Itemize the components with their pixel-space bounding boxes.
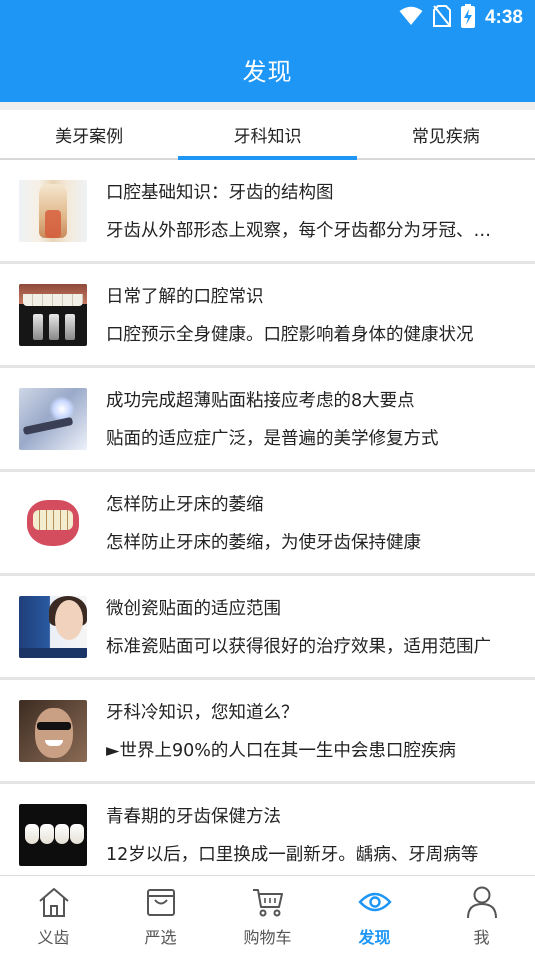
article-thumbnail [19,491,87,554]
nav-label: 购物车 [243,927,292,947]
wifi-icon [399,6,423,30]
article-summary: 标准瓷贴面可以获得很好的治疗效果，适用范围广 [106,637,491,657]
article-thumbnail [19,803,87,866]
cart-icon [250,884,286,920]
article-list: 口腔基础知识：牙齿的结构图 牙齿从外部形态上观察，每个牙齿都分为牙冠、牙根和牙颈… [0,160,535,888]
tab-beauty-cases[interactable]: 美牙案例 [0,110,178,158]
home-icon [36,884,72,920]
no-sim-icon [432,5,451,31]
article-summary: 贴面的适应症广泛，是普遍的美学修复方式 [106,429,439,449]
divider [0,102,535,110]
status-icons: 4:38 [399,4,523,32]
nav-selected[interactable]: 严选 [107,876,214,955]
article-summary: 牙齿从外部形态上观察，每个牙齿都分为牙冠、牙根和牙颈三部分 [106,221,507,241]
battery-charging-icon [460,4,475,32]
article-thumbnail [19,387,87,450]
article-summary: 12岁以后，口里换成一副新牙。龋病、牙周病等 [106,845,479,865]
shopping-bag-icon [143,884,179,920]
list-item[interactable]: 成功完成超薄贴面粘接应考虑的8大要点 贴面的适应症广泛，是普遍的美学修复方式 [0,368,535,472]
article-summary: 口腔预示全身健康。口腔影响着身体的健康状况 [106,325,474,345]
list-item[interactable]: 牙科冷知识，您知道么？ ►世界上90%的人口在其一生中会患口腔疾病 [0,680,535,784]
tab-dental-knowledge[interactable]: 牙科知识 [178,110,357,160]
article-summary: ►世界上90%的人口在其一生中会患口腔疾病 [106,741,456,761]
nav-discover[interactable]: 发现 [321,876,428,955]
tab-label: 常见疾病 [411,126,480,147]
list-item[interactable]: 怎样防止牙床的萎缩 怎样防止牙床的萎缩，为使牙齿保持健康 [0,472,535,576]
list-item[interactable]: 口腔基础知识：牙齿的结构图 牙齿从外部形态上观察，每个牙齿都分为牙冠、牙根和牙颈… [0,160,535,264]
article-title: 微创瓷贴面的适应范围 [106,599,281,619]
article-title: 日常了解的口腔常识 [106,287,264,307]
user-icon [464,884,500,920]
status-time: 4:38 [484,7,523,28]
nav-denture[interactable]: 义齿 [0,876,107,955]
article-thumbnail [19,179,87,242]
article-thumbnail [19,699,87,762]
article-thumbnail [19,595,87,658]
article-summary: 怎样防止牙床的萎缩，为使牙齿保持健康 [106,533,421,553]
app-bar: 发现 [0,36,535,102]
article-title: 成功完成超薄贴面粘接应考虑的8大要点 [106,391,415,411]
category-tabs: 美牙案例 牙科知识 常见疾病 [0,110,535,160]
list-item[interactable]: 日常了解的口腔常识 口腔预示全身健康。口腔影响着身体的健康状况 [0,264,535,368]
nav-label: 发现 [358,927,391,947]
eye-icon [357,884,393,920]
tab-label: 牙科知识 [233,126,302,147]
nav-label: 我 [473,927,490,947]
article-title: 口腔基础知识：牙齿的结构图 [106,183,334,203]
page-title: 发现 [242,57,293,86]
tab-common-diseases[interactable]: 常见疾病 [357,110,535,158]
nav-me[interactable]: 我 [428,876,535,955]
list-item[interactable]: 微创瓷贴面的适应范围 标准瓷贴面可以获得很好的治疗效果，适用范围广 [0,576,535,680]
article-thumbnail [19,283,87,346]
nav-cart[interactable]: 购物车 [214,876,321,955]
nav-label: 严选 [144,927,177,947]
article-title: 牙科冷知识，您知道么？ [106,703,299,723]
status-bar: 4:38 [0,0,535,36]
nav-label: 义齿 [37,927,70,947]
list-item[interactable]: 青春期的牙齿保健方法 12岁以后，口里换成一副新牙。龋病、牙周病等 [0,784,535,888]
bottom-nav: 义齿 严选 购物车 发现 我 [0,875,535,955]
article-title: 怎样防止牙床的萎缩 [106,495,264,515]
article-title: 青春期的牙齿保健方法 [106,807,281,827]
tab-label: 美牙案例 [55,126,124,147]
